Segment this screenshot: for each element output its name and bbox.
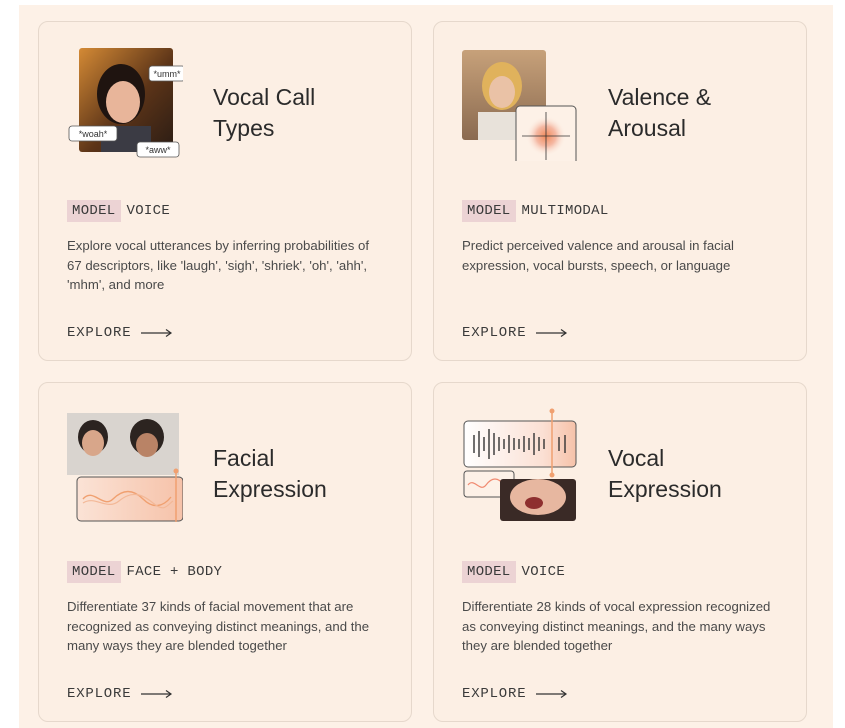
category-tag: VOICE bbox=[126, 203, 171, 219]
explore-link[interactable]: EXPLORE bbox=[462, 686, 568, 702]
svg-text:*umm*: *umm* bbox=[153, 69, 181, 79]
valence-arousal-thumbnail bbox=[462, 50, 577, 161]
tag-row: MODEL FACE + BODY bbox=[67, 561, 222, 583]
card-description: Differentiate 28 kinds of vocal expressi… bbox=[462, 599, 771, 653]
card-title: Vocal Call Types bbox=[213, 84, 316, 141]
explore-link[interactable]: EXPLORE bbox=[67, 686, 173, 702]
card-facial-expression[interactable]: Facial Expression MODEL FACE + BODY Diff… bbox=[38, 382, 412, 722]
card-description: Explore vocal utterances by inferring pr… bbox=[67, 238, 370, 292]
svg-text:*aww*: *aww* bbox=[145, 145, 171, 155]
card-description: Differentiate 37 kinds of facial movemen… bbox=[67, 599, 370, 653]
umm-bubble: *umm* bbox=[148, 65, 183, 82]
aww-bubble: *aww* bbox=[136, 141, 180, 158]
card-valence-arousal[interactable]: Valence & Arousal MODEL MULTIMODAL Predi… bbox=[433, 21, 807, 361]
arrow-right-icon bbox=[536, 690, 568, 698]
vocal-expression-thumbnail bbox=[463, 408, 577, 521]
card-description: Predict perceived valence and arousal in… bbox=[462, 238, 734, 273]
card-vocal-expression[interactable]: Vocal Expression MODEL VOICE Differentia… bbox=[433, 382, 807, 722]
category-tag: FACE + BODY bbox=[126, 564, 223, 580]
model-tag: MODEL bbox=[462, 561, 516, 583]
card-title: Vocal Expression bbox=[608, 445, 722, 502]
model-tag: MODEL bbox=[67, 561, 121, 583]
tag-row: MODEL MULTIMODAL bbox=[462, 200, 609, 222]
category-tag: VOICE bbox=[521, 564, 566, 580]
svg-text:*woah*: *woah* bbox=[79, 129, 108, 139]
card-vocal-call-types[interactable]: *umm* *woah* *aww* Vocal Call Types MODE… bbox=[38, 21, 412, 361]
tag-row: MODEL VOICE bbox=[67, 200, 170, 222]
card-title: Valence & Arousal bbox=[608, 84, 712, 141]
vocal-call-thumbnail: *umm* *woah* *aww* bbox=[68, 48, 183, 158]
arrow-right-icon bbox=[141, 329, 173, 337]
arrow-right-icon bbox=[141, 690, 173, 698]
facial-expression-thumbnail bbox=[67, 413, 183, 522]
woah-bubble: *woah* bbox=[68, 125, 118, 142]
tag-row: MODEL VOICE bbox=[462, 561, 565, 583]
explore-link[interactable]: EXPLORE bbox=[67, 325, 173, 341]
explore-link[interactable]: EXPLORE bbox=[462, 325, 568, 341]
category-tag: MULTIMODAL bbox=[521, 203, 609, 219]
card-title: Facial Expression bbox=[213, 445, 327, 502]
arrow-right-icon bbox=[536, 329, 568, 337]
model-tag: MODEL bbox=[67, 200, 121, 222]
model-tag: MODEL bbox=[462, 200, 516, 222]
